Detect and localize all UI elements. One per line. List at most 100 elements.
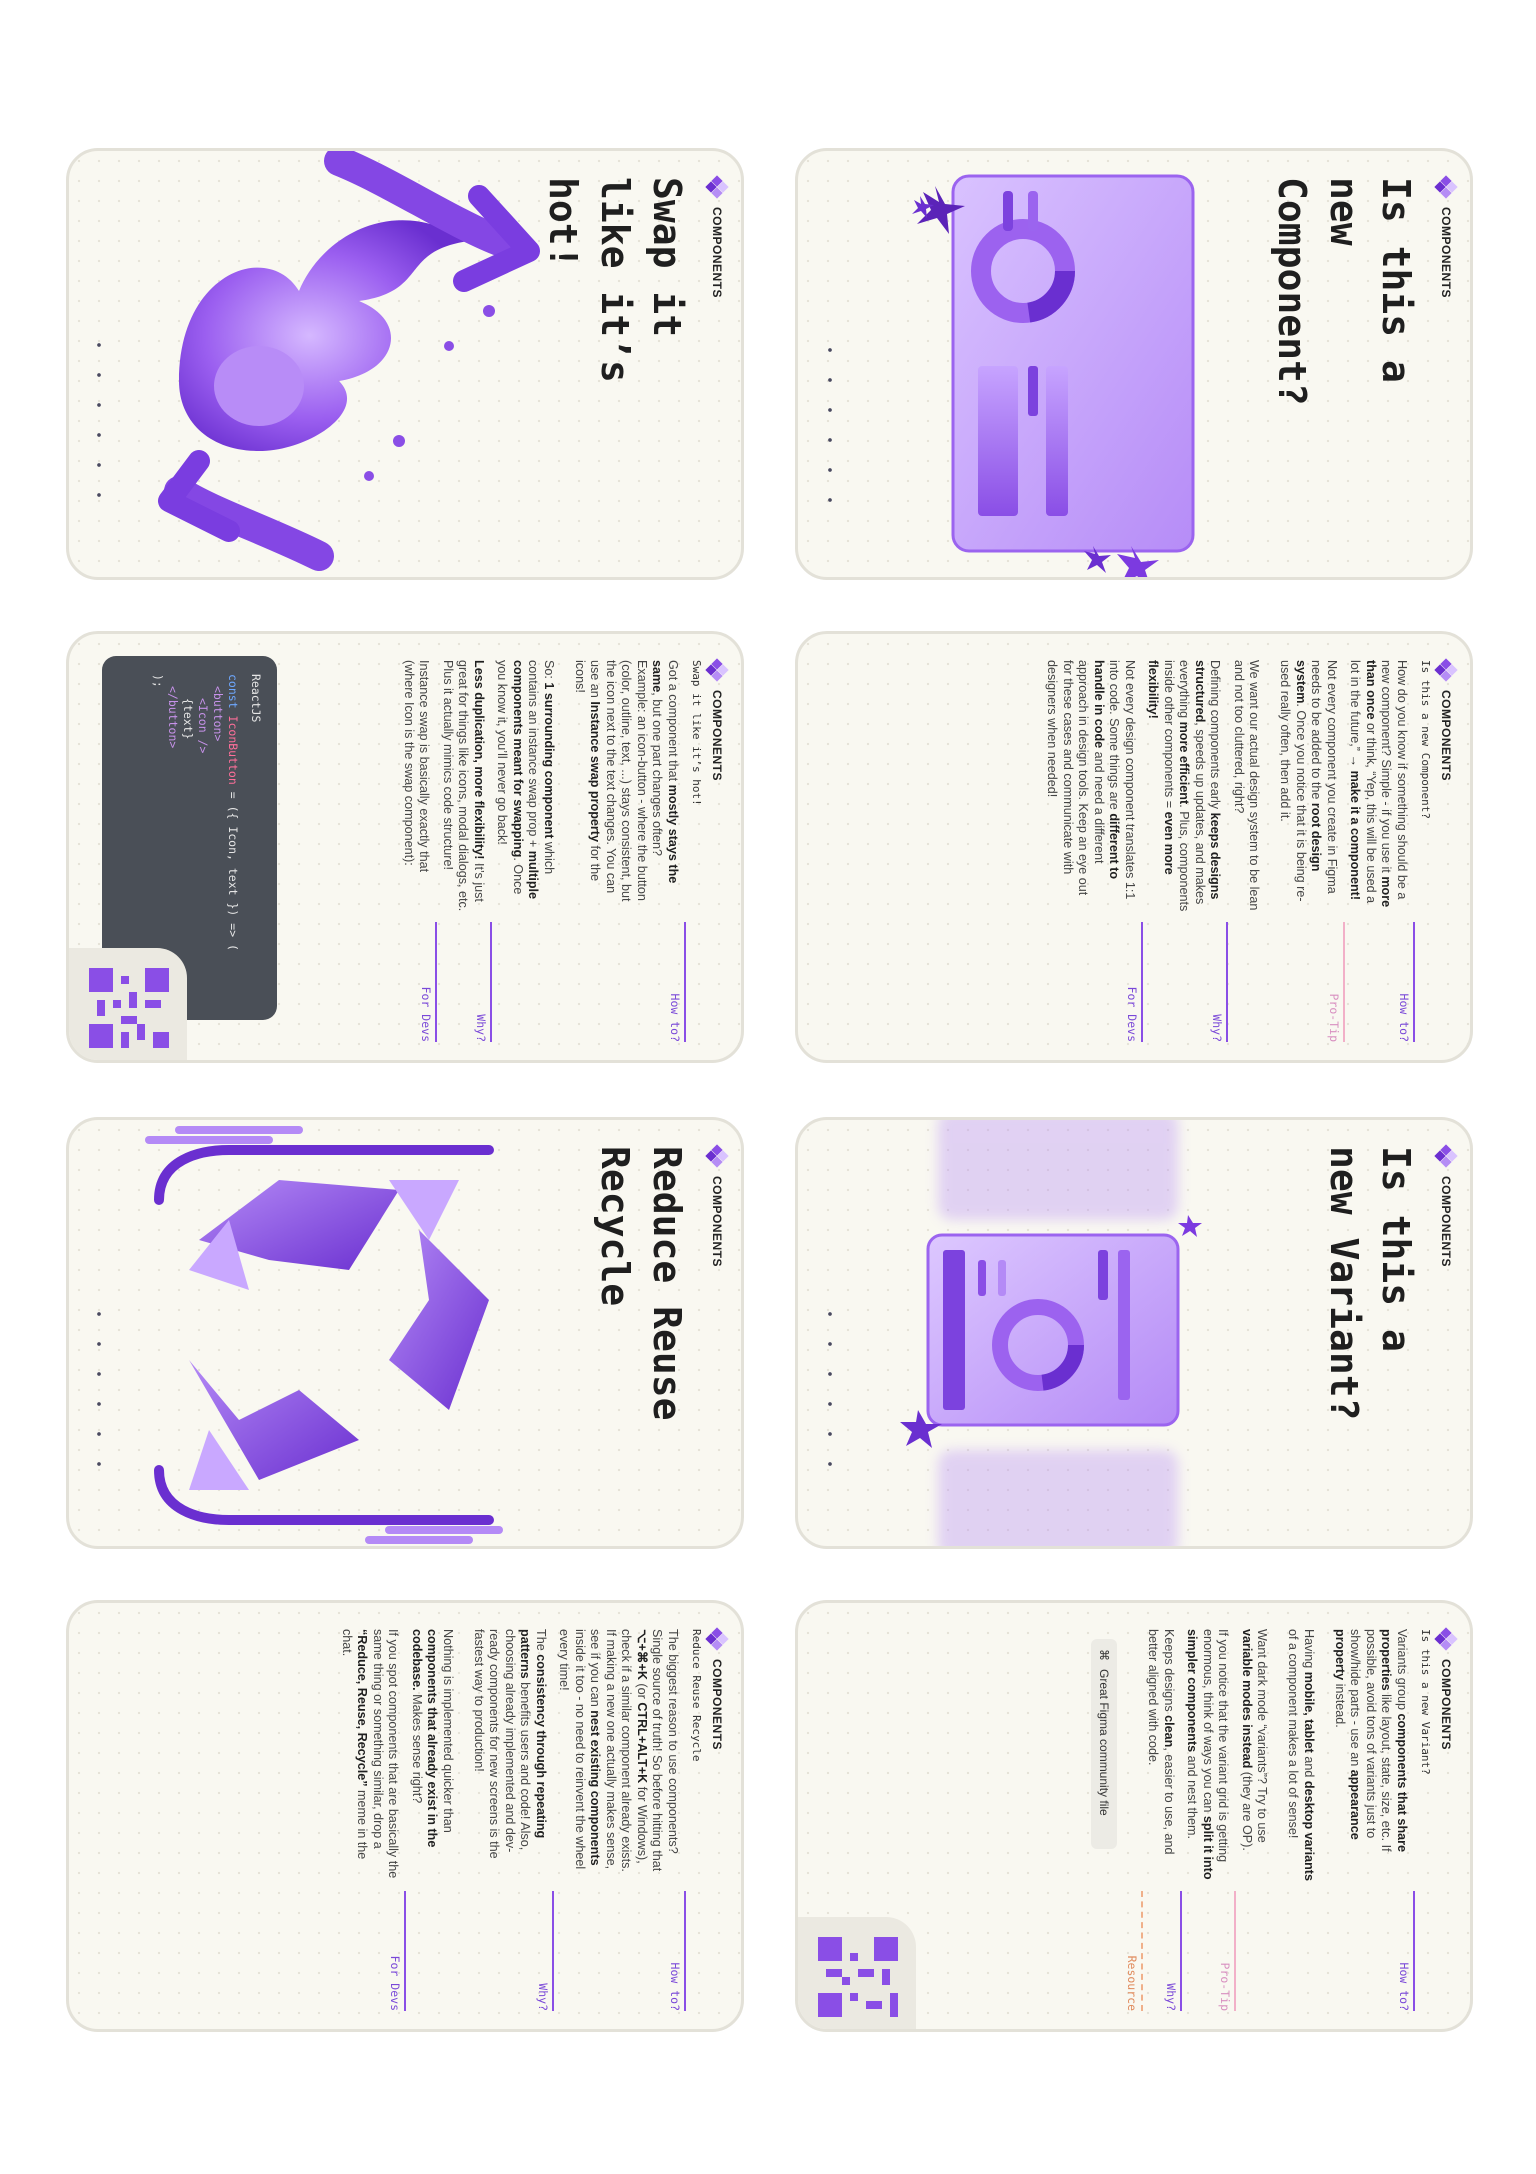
section-for-devs: Instance swap is basically exactly that … — [400, 660, 438, 1042]
section-why: Defining components early keeps designs … — [1145, 660, 1229, 1042]
pro-tip-text: If you notice that the variant grid is g… — [1185, 1629, 1231, 1880]
resource-link[interactable]: ⌘ Great Figma community file — [1091, 1639, 1117, 1849]
how-to-text: Got a component that mostly stays the sa… — [495, 660, 681, 902]
why-text: Less duplication, more flexibility! It’s… — [441, 660, 486, 912]
brand-header: COMPONENTS — [705, 1144, 729, 1522]
why-label: Why? — [1164, 1983, 1178, 2011]
why-label: Why? — [536, 1983, 550, 2011]
how-to-text: The biggest reason to use components? Si… — [557, 1629, 681, 1872]
card-title: Is this a new Component? — [1270, 177, 1418, 406]
how-to-label: How to? — [1397, 993, 1411, 1042]
code-line: {text} — [181, 698, 195, 740]
code-line: <Icon /> — [196, 698, 210, 754]
card-subtitle: Is this a new Component? — [1419, 660, 1432, 819]
card-new-variant-details: COMPONENTS Is this a new Variant? Varian… — [795, 1600, 1473, 2032]
page-dots — [826, 1310, 834, 1468]
card-title: Is this a new Variant? — [1322, 1146, 1418, 1421]
brand-header: COMPONENTS — [705, 175, 729, 553]
card-subtitle: Swap it like it’s hot! — [690, 660, 703, 806]
why-text: The consistency through repeating patter… — [410, 1629, 548, 1859]
brand-header: COMPONENTS — [1434, 658, 1458, 1042]
figma-icon: ⌘ — [1097, 1649, 1111, 1661]
brand-label: COMPONENTS — [710, 1176, 724, 1268]
qr-code[interactable] — [798, 1917, 916, 2029]
section-why: The consistency through repeating patter… — [408, 1629, 554, 2011]
section-resource: Resource — [1125, 1629, 1143, 2011]
resource-label: Resource — [1125, 1955, 1139, 2011]
pro-tip-label: Pro-Tip — [1327, 993, 1341, 1042]
page-dots — [95, 341, 103, 499]
brand-header: COMPONENTS — [1434, 1627, 1458, 2011]
code-title: ReactJS — [249, 674, 263, 723]
brand-label: COMPONENTS — [710, 1659, 724, 1751]
card-swap-it: COMPONENTS Swap it like it’s hot! — [66, 148, 744, 580]
section-for-devs: Not every design component translates 1:… — [1044, 660, 1143, 1042]
qr-code-icon — [818, 1937, 898, 2017]
card-reduce-details: COMPONENTS Reduce Reuse Recycle The bigg… — [66, 1600, 744, 2032]
card-new-component-details: COMPONENTS Is this a new Component? How … — [795, 631, 1473, 1063]
pro-tip-text: Not every component you create in Figma … — [1232, 660, 1339, 911]
components-logo-icon — [1434, 1627, 1458, 1651]
how-to-label: How to? — [1397, 1962, 1411, 2011]
brand-header: COMPONENTS — [705, 1627, 729, 2011]
section-how-to: The biggest reason to use components? Si… — [556, 1629, 686, 2011]
why-text: Defining components early keeps designs … — [1146, 660, 1223, 912]
brand-header: COMPONENTS — [705, 658, 729, 1042]
brand-label: COMPONENTS — [710, 207, 724, 299]
card-swap-details: COMPONENTS Swap it like it’s hot! Got a … — [66, 631, 744, 1063]
section-pro-tip: If you notice that the variant grid is g… — [1184, 1629, 1237, 2011]
how-to-text: How do you know if something should be a… — [1348, 660, 1410, 908]
card-subtitle: Reduce Reuse Recycle — [690, 1629, 703, 1762]
components-logo-icon — [705, 1144, 729, 1168]
qr-code[interactable] — [69, 948, 187, 1060]
components-logo-icon — [705, 658, 729, 682]
components-logo-icon — [705, 1627, 729, 1651]
page-dots — [826, 346, 834, 504]
brand-header: COMPONENTS — [1434, 1144, 1458, 1522]
for-devs-text: Not every design component translates 1:… — [1045, 660, 1138, 900]
section-how-to: How do you know if something should be a… — [1347, 660, 1415, 1042]
card-new-variant: COMPONENTS Is this a new Variant? — [795, 1117, 1473, 1549]
how-to-label: How to? — [668, 993, 682, 1042]
brand-header: COMPONENTS — [1434, 175, 1458, 553]
resource-link-text: Great Figma community file — [1097, 1669, 1111, 1816]
brand-label: COMPONENTS — [1439, 690, 1453, 782]
components-logo-icon — [1434, 658, 1458, 682]
components-logo-icon — [1434, 1144, 1458, 1168]
section-why: Less duplication, more flexibility! It’s… — [439, 660, 492, 1042]
why-label: Why? — [474, 1014, 488, 1042]
card-subtitle: Is this a new Variant? — [1419, 1629, 1432, 1775]
how-to-text: Variants group components that share pro… — [1240, 1629, 1409, 1881]
pro-tip-label: Pro-Tip — [1218, 1962, 1233, 2011]
for-devs-label: For Devs — [419, 986, 434, 1042]
brand-label: COMPONENTS — [1439, 1176, 1453, 1268]
section-how-to: Variants group components that share pro… — [1238, 1629, 1415, 2011]
why-label: Why? — [1210, 1014, 1225, 1042]
code-function: IconButton — [226, 715, 240, 785]
section-why: Keeps designs clean, easier to use, and … — [1145, 1629, 1182, 2011]
brand-label: COMPONENTS — [1439, 1659, 1453, 1751]
card-reduce-reuse: COMPONENTS Reduce Reuse Recycle — [66, 1117, 744, 1549]
components-logo-icon — [1434, 175, 1458, 199]
components-logo-icon — [705, 175, 729, 199]
why-text: Keeps designs clean, easier to use, and … — [1146, 1629, 1177, 1855]
card-new-component: COMPONENTS Is this a new Component? — [795, 148, 1473, 580]
section-how-to: Got a component that mostly stays the sa… — [494, 660, 686, 1042]
page-dots — [95, 1310, 103, 1468]
for-devs-text: If you spot components that are basicall… — [340, 1629, 401, 1879]
code-rest: = ({ Icon, text }) => ( — [226, 784, 240, 951]
card-title: Reduce Reuse Recycle — [593, 1146, 689, 1421]
code-keyword: const — [226, 674, 240, 716]
brand-label: COMPONENTS — [1439, 207, 1453, 299]
section-pro-tip: Not every component you create in Figma … — [1230, 660, 1345, 1042]
code-line: const IconButton = ({ Icon, text }) => ( — [225, 674, 240, 1002]
for-devs-label: For Devs — [388, 1955, 403, 2011]
qr-code-icon — [89, 968, 169, 1048]
card-title: Swap it like it’s hot! — [541, 177, 689, 383]
brand-label: COMPONENTS — [710, 690, 724, 782]
for-devs-text: Instance swap is basically exactly that … — [402, 660, 432, 873]
how-to-label: How to? — [668, 1962, 682, 2011]
section-for-devs: If you spot components that are basicall… — [338, 1629, 407, 2011]
for-devs-label: For Devs — [1125, 986, 1139, 1042]
code-line: <button> — [211, 686, 225, 742]
